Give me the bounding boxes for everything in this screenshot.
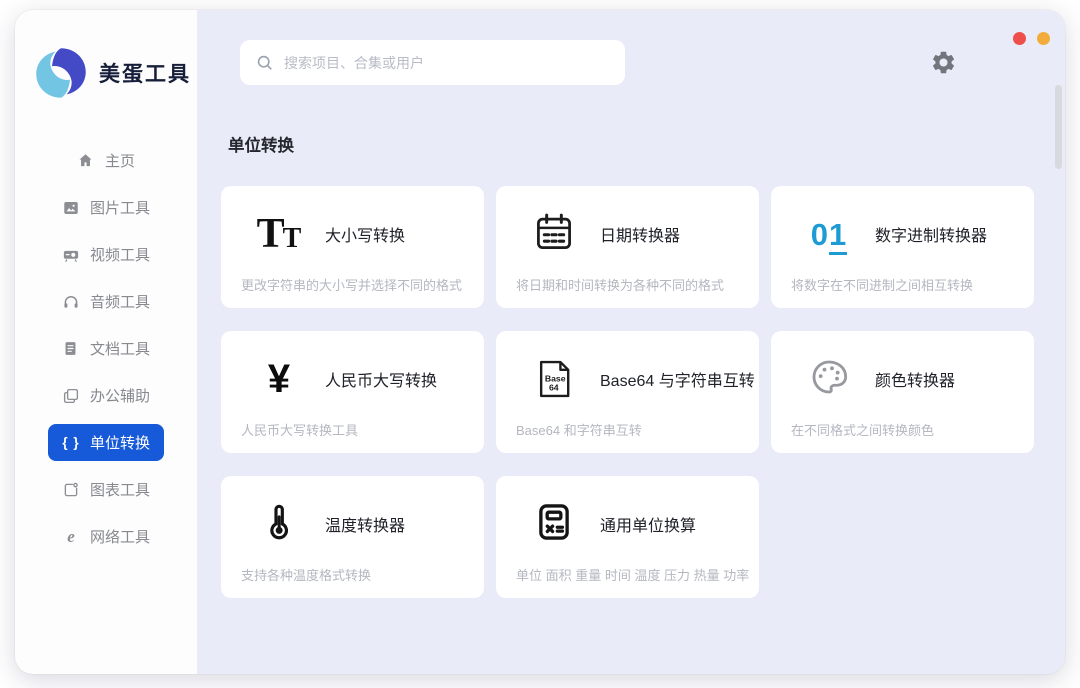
sidebar-item-audio-tools[interactable]: 音频工具 (48, 283, 164, 320)
headphones-icon (62, 293, 80, 311)
window-control-yellow[interactable] (1037, 32, 1050, 45)
yuan-sign-icon: ¥ (268, 359, 290, 399)
calendar-icon (532, 210, 576, 259)
copy-icon (62, 387, 80, 405)
card-header: 01 数字进制转换器 (805, 210, 987, 258)
braces-icon: { } (62, 434, 80, 452)
card-header: 温度转换器 (255, 500, 405, 548)
base64-file-icon: Base64 (532, 357, 576, 401)
logo-swirl-icon (34, 46, 88, 100)
sidebar-item-label: 办公辅助 (90, 385, 150, 406)
chart-icon (62, 481, 80, 499)
card-description: 人民币大写转换工具 (241, 420, 358, 439)
sidebar-item-label: 图表工具 (90, 479, 150, 500)
card-color[interactable]: 颜色转换器在不同格式之间转换颜色 (771, 331, 1034, 453)
card-date[interactable]: 日期转换器将日期和时间转换为各种不同的格式 (496, 186, 759, 308)
card-general-unit[interactable]: 通用单位换算单位 面积 重量 时间 温度 压力 热量 功率 (496, 476, 759, 598)
card-temperature[interactable]: 温度转换器支持各种温度格式转换 (221, 476, 484, 598)
card-description: 将日期和时间转换为各种不同的格式 (516, 275, 724, 294)
card-title: 大小写转换 (325, 222, 405, 246)
sidebar-item-label: 视频工具 (90, 244, 150, 265)
thermometer-icon (260, 503, 298, 546)
card-icon (255, 500, 303, 548)
app-title: 美蛋工具 (99, 58, 191, 88)
card-description: 在不同格式之间转换颜色 (791, 420, 934, 439)
section-title: 单位转换 (228, 132, 1034, 156)
card-rmb[interactable]: ¥ 人民币大写转换人民币大写转换工具 (221, 331, 484, 453)
card-icon (805, 355, 853, 403)
sidebar-item-unit-convert[interactable]: { } 单位转换 (48, 424, 164, 461)
binary-01-icon: 01 (811, 219, 848, 250)
app-window: 美蛋工具 主页图片工具视频工具音频工具文档工具办公辅助 { } 单位转换图表工具 e网… (15, 10, 1065, 674)
card-title: 人民币大写转换 (325, 367, 437, 391)
card-title: 数字进制转换器 (875, 222, 987, 246)
card-description: 单位 面积 重量 时间 温度 压力 热量 功率 (516, 565, 749, 584)
text-case-icon: TT (257, 213, 302, 255)
card-title: 日期转换器 (600, 222, 680, 246)
sidebar-item-label: 文档工具 (90, 338, 150, 359)
card-description: 支持各种温度格式转换 (241, 565, 371, 584)
sidebar-nav: 主页图片工具视频工具音频工具文档工具办公辅助 { } 单位转换图表工具 e 网络工具 (15, 142, 197, 555)
search-icon (255, 53, 274, 72)
card-title: Base64 与字符串互转 (600, 367, 755, 391)
sidebar-item-home[interactable]: 主页 (63, 142, 149, 179)
card-icon: TT (255, 210, 303, 258)
topbar (221, 40, 1034, 85)
card-header: 通用单位换算 (530, 500, 696, 548)
search-bar[interactable] (240, 40, 625, 85)
card-number-base[interactable]: 01 数字进制转换器将数字在不同进制之间相互转换 (771, 186, 1034, 308)
sidebar-item-office-assist[interactable]: 办公辅助 (48, 377, 164, 414)
card-base64[interactable]: Base64 Base64 与字符串互转 Base64 和字符串互转 (496, 331, 759, 453)
window-control-red[interactable] (1013, 32, 1026, 45)
video-icon (62, 246, 80, 264)
sidebar-item-chart-tools[interactable]: 图表工具 (48, 471, 164, 508)
sidebar-item-label: 网络工具 (90, 526, 150, 547)
card-title: 颜色转换器 (875, 367, 955, 391)
card-icon (530, 210, 578, 258)
svg-text:64: 64 (549, 382, 559, 392)
main-area: 单位转换 TT 大小写转换更改字符串的大小写并选择不同的格式 日期转换器将日期和时间… (197, 10, 1065, 674)
card-icon: ¥ (255, 355, 303, 403)
calculator-icon (533, 501, 575, 548)
image-icon (62, 199, 80, 217)
card-header: 颜色转换器 (805, 355, 955, 403)
palette-icon (809, 357, 849, 402)
tool-card-grid: TT 大小写转换更改字符串的大小写并选择不同的格式 日期转换器将日期和时间转换为各种… (221, 186, 1034, 598)
home-icon (77, 152, 95, 170)
sidebar-item-image-tools[interactable]: 图片工具 (48, 189, 164, 226)
logo: 美蛋工具 (15, 46, 197, 100)
card-icon: 01 (805, 210, 853, 258)
gear-icon (930, 49, 957, 76)
card-title: 通用单位换算 (600, 512, 696, 536)
sidebar-item-label: 单位转换 (90, 432, 150, 453)
card-icon (530, 500, 578, 548)
sidebar-item-network-tools[interactable]: e 网络工具 (48, 518, 164, 555)
browser-e-icon: e (62, 528, 80, 546)
sidebar: 美蛋工具 主页图片工具视频工具音频工具文档工具办公辅助 { } 单位转换图表工具 e网… (15, 10, 197, 674)
sidebar-item-label: 音频工具 (90, 291, 150, 312)
sidebar-item-label: 图片工具 (90, 197, 150, 218)
card-text-case[interactable]: TT 大小写转换更改字符串的大小写并选择不同的格式 (221, 186, 484, 308)
scrollbar-thumb[interactable] (1055, 85, 1062, 169)
card-description: 将数字在不同进制之间相互转换 (791, 275, 973, 294)
card-icon: Base64 (530, 355, 578, 403)
sidebar-item-label: 主页 (105, 150, 135, 171)
card-description: Base64 和字符串互转 (516, 420, 642, 439)
settings-button[interactable] (928, 48, 958, 78)
card-header: TT 大小写转换 (255, 210, 405, 258)
card-description: 更改字符串的大小写并选择不同的格式 (241, 275, 462, 294)
sidebar-item-video-tools[interactable]: 视频工具 (48, 236, 164, 273)
card-header: ¥ 人民币大写转换 (255, 355, 437, 403)
card-title: 温度转换器 (325, 512, 405, 536)
card-header: 日期转换器 (530, 210, 680, 258)
sidebar-item-doc-tools[interactable]: 文档工具 (48, 330, 164, 367)
card-header: Base64 Base64 与字符串互转 (530, 355, 755, 403)
document-icon (62, 340, 80, 358)
search-input[interactable] (284, 55, 610, 71)
